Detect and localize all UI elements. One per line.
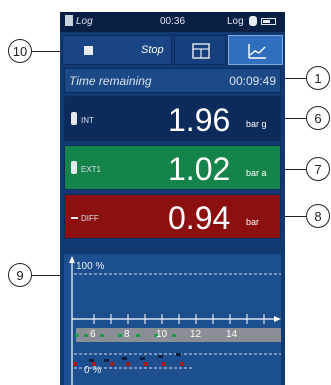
channel-diff-unit: bar bbox=[246, 217, 260, 227]
graph-icon bbox=[248, 44, 266, 59]
x-tick-label-6: 6 bbox=[90, 329, 96, 340]
status-time: 00:36 bbox=[160, 16, 186, 27]
y-axis-arrow bbox=[69, 256, 75, 263]
callout-7: 7 bbox=[306, 157, 330, 181]
x-axis-arrow bbox=[274, 316, 281, 322]
diff-minus-icon bbox=[71, 217, 78, 219]
x-label-strip bbox=[76, 328, 281, 342]
channel-int-tag: INT bbox=[81, 116, 94, 125]
channel-ext1-panel[interactable]: EXT1 1.02 bar a bbox=[64, 145, 281, 190]
ext1-sensor-icon bbox=[71, 161, 77, 174]
x-tick-label-10: 10 bbox=[156, 329, 168, 340]
channel-ext1-value: 1.02 bbox=[168, 151, 231, 187]
time-remaining-label: Time remaining bbox=[69, 74, 152, 88]
stop-label: Stop bbox=[141, 44, 164, 56]
table-icon bbox=[192, 43, 210, 59]
x-tick-label-8: 8 bbox=[124, 329, 130, 340]
channel-diff-tag: DIFF bbox=[81, 214, 99, 223]
battery-icon bbox=[261, 18, 276, 25]
time-remaining-value: 00:09:49 bbox=[229, 74, 276, 88]
callout-8: 8 bbox=[306, 204, 330, 228]
time-remaining-row: Time remaining 00:09:49 bbox=[64, 68, 281, 93]
x-tick-label-14: 14 bbox=[226, 329, 238, 340]
toolbar: Stop bbox=[62, 35, 283, 65]
status-bar: Log 00:36 Log bbox=[60, 12, 285, 32]
callout-9: 9 bbox=[8, 263, 32, 287]
graph-view-button[interactable] bbox=[228, 35, 283, 65]
callout-10: 10 bbox=[8, 39, 32, 63]
x-tick-label-12: 12 bbox=[190, 329, 202, 340]
callout-1: 1 bbox=[306, 66, 330, 90]
y-axis-bottom-label: 0 % bbox=[84, 365, 102, 376]
status-mode: Log bbox=[227, 16, 244, 27]
stop-icon bbox=[84, 46, 93, 55]
channel-ext1-tag: EXT1 bbox=[81, 165, 102, 174]
int-sensor-icon bbox=[71, 112, 77, 125]
lock-icon bbox=[249, 16, 257, 26]
stop-button[interactable]: Stop bbox=[62, 35, 172, 65]
log-file-icon bbox=[65, 15, 73, 26]
channel-ext1-unit: bar a bbox=[246, 168, 267, 178]
callout-6: 6 bbox=[306, 106, 330, 130]
table-view-button[interactable] bbox=[174, 35, 226, 65]
device-screen: Log 00:36 Log Stop Time remaining 00:09:… bbox=[60, 12, 285, 385]
channel-diff-value: 0.94 bbox=[168, 200, 231, 236]
channel-int-panel[interactable]: INT 1.96 bar g bbox=[64, 96, 281, 141]
trend-graph[interactable]: 100 % 0 % 6 8 10 12 14 bbox=[64, 254, 281, 385]
channel-int-value: 1.96 bbox=[168, 102, 231, 138]
status-app-name: Log bbox=[76, 16, 93, 27]
channel-diff-panel[interactable]: DIFF 0.94 bar bbox=[64, 194, 281, 239]
channel-int-unit: bar g bbox=[246, 119, 267, 129]
y-axis-top-label: 100 % bbox=[76, 261, 105, 272]
